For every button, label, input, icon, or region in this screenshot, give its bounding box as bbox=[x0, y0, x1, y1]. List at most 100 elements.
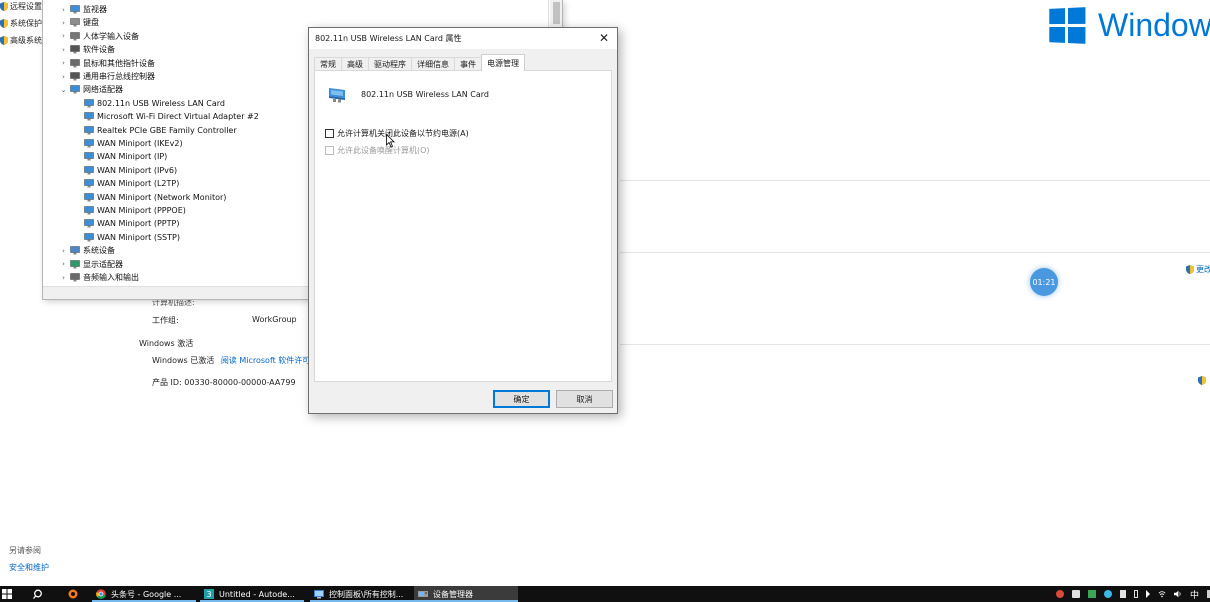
tray-app-icon[interactable] bbox=[1120, 590, 1126, 598]
taskbar-app-device-manager[interactable]: 设备管理器 bbox=[414, 586, 518, 602]
allow-power-off-option[interactable]: 允许计算机关闭此设备以节约电源(A) bbox=[325, 128, 469, 139]
tray-app-icon[interactable] bbox=[1072, 590, 1080, 598]
battery-icon[interactable] bbox=[1134, 590, 1138, 598]
tree-item-label: WAN Miniport (PPPOE) bbox=[97, 206, 186, 215]
ok-button[interactable]: 确定 bbox=[493, 390, 550, 408]
chevron-right-icon[interactable]: › bbox=[59, 260, 68, 268]
tree-category[interactable]: › 鼠标和其他指针设备 bbox=[59, 57, 155, 70]
tree-device[interactable]: WAN Miniport (L2TP) bbox=[82, 177, 179, 190]
tree-device[interactable]: 802.11n USB Wireless LAN Card bbox=[82, 97, 225, 110]
tree-device[interactable]: WAN Miniport (PPTP) bbox=[82, 217, 179, 230]
chevron-right-icon[interactable]: › bbox=[59, 6, 68, 14]
dialog-titlebar[interactable]: 802.11n USB Wireless LAN Card 属性 ✕ bbox=[309, 28, 617, 49]
tree-device[interactable]: WAN Miniport (IP) bbox=[82, 150, 167, 163]
pinned-app-icon[interactable] bbox=[68, 589, 78, 599]
close-icon[interactable]: ✕ bbox=[597, 31, 611, 45]
network-adapter-icon bbox=[84, 192, 94, 202]
tree-category[interactable]: › 通用串行总线控制器 bbox=[59, 70, 155, 83]
chevron-down-icon[interactable]: ⌄ bbox=[59, 86, 68, 94]
tree-category[interactable]: › 系统设备 bbox=[59, 244, 115, 257]
tree-device[interactable]: WAN Miniport (IPv6) bbox=[82, 164, 177, 177]
control-panel-icon bbox=[314, 590, 324, 599]
nav-item-label: 系统保护 bbox=[10, 19, 42, 28]
system-device-icon bbox=[70, 246, 80, 255]
cancel-button[interactable]: 取消 bbox=[556, 390, 613, 408]
shield-icon bbox=[1198, 376, 1206, 385]
tray-app-icon[interactable] bbox=[1104, 590, 1112, 598]
device-header: 802.11n USB Wireless LAN Card bbox=[327, 85, 489, 103]
tree-category[interactable]: › 显示适配器 bbox=[59, 258, 123, 271]
tree-item-label: 人体学输入设备 bbox=[83, 31, 139, 41]
workgroup-row: 工作组: WorkGroup bbox=[152, 315, 297, 326]
change-settings-link[interactable]: 更改 bbox=[1186, 264, 1210, 275]
chevron-right-icon[interactable]: › bbox=[59, 46, 68, 54]
tab-power-management[interactable]: 电源管理 bbox=[481, 54, 525, 71]
windows-start-icon[interactable] bbox=[2, 589, 12, 599]
chevron-right-icon[interactable]: › bbox=[59, 247, 68, 255]
wifi-icon[interactable] bbox=[1158, 590, 1166, 598]
change-product-key-icon-link[interactable] bbox=[1198, 376, 1208, 385]
chevron-icon[interactable] bbox=[1146, 590, 1150, 598]
tree-item-label: 显示适配器 bbox=[83, 259, 123, 269]
keyboard-icon bbox=[70, 18, 80, 27]
monitor-icon bbox=[70, 5, 80, 14]
taskbar-app-control-panel[interactable]: 控制面板\所有控制... bbox=[310, 586, 414, 602]
tab-events[interactable]: 事件 bbox=[454, 57, 482, 71]
divider bbox=[620, 180, 1210, 181]
divider bbox=[620, 344, 1210, 345]
tray-app-icon[interactable] bbox=[1088, 590, 1096, 598]
ime-indicator[interactable]: 中 bbox=[1190, 588, 1199, 601]
tree-item-label: 网络适配器 bbox=[83, 85, 123, 95]
chevron-right-icon[interactable]: › bbox=[59, 19, 68, 27]
allow-power-off-checkbox[interactable] bbox=[325, 129, 334, 138]
tree-device[interactable]: Microsoft Wi-Fi Direct Virtual Adapter #… bbox=[82, 110, 259, 123]
tree-device[interactable]: WAN Miniport (Network Monitor) bbox=[82, 191, 226, 204]
tree-category[interactable]: › 音频输入和输出 bbox=[59, 271, 139, 284]
taskbar-app-autodesk[interactable]: 3 Untitled - Autode... bbox=[200, 586, 304, 602]
tree-item-label: 键盘 bbox=[83, 18, 99, 28]
chevron-right-icon[interactable]: › bbox=[59, 32, 68, 40]
tree-category[interactable]: › 人体学输入设备 bbox=[59, 30, 139, 43]
license-terms-link[interactable]: 阅读 Microsoft 软件许可 bbox=[221, 356, 311, 365]
volume-icon[interactable] bbox=[1174, 590, 1182, 598]
scrollbar-thumb[interactable] bbox=[553, 2, 560, 24]
search-icon[interactable] bbox=[33, 589, 43, 599]
tree-category[interactable]: ⌄ 网络适配器 bbox=[59, 83, 123, 96]
tray-app-icon[interactable] bbox=[1056, 590, 1064, 598]
activation-row: Windows 已激活 阅读 Microsoft 软件许可 bbox=[152, 355, 310, 366]
tree-item-label: 音频输入和输出 bbox=[83, 273, 139, 282]
tab-details[interactable]: 详细信息 bbox=[411, 57, 455, 71]
dialog-title: 802.11n USB Wireless LAN Card 属性 bbox=[315, 34, 462, 43]
shield-icon bbox=[0, 36, 8, 45]
tree-category[interactable]: › 键盘 bbox=[59, 16, 99, 29]
tree-item-label: WAN Miniport (Network Monitor) bbox=[97, 192, 227, 202]
change-settings-label: 更改 bbox=[1196, 265, 1210, 274]
display-adapter-icon bbox=[70, 259, 80, 269]
security-maintenance-link[interactable]: 安全和维护 bbox=[9, 562, 49, 573]
tree-device[interactable]: WAN Miniport (PPPOE) bbox=[82, 204, 186, 217]
software-device-icon bbox=[70, 45, 80, 54]
device-name: 802.11n USB Wireless LAN Card bbox=[361, 89, 489, 99]
tree-device[interactable]: WAN Miniport (SSTP) bbox=[82, 231, 180, 244]
tab-general[interactable]: 常规 bbox=[314, 57, 342, 71]
system-tray: 中 bbox=[1052, 586, 1210, 602]
usb-icon bbox=[70, 72, 80, 81]
tree-item-label: 监视器 bbox=[83, 5, 107, 14]
taskbar-app-label: Untitled - Autode... bbox=[219, 589, 295, 599]
chevron-right-icon[interactable]: › bbox=[59, 73, 68, 81]
tab-driver[interactable]: 驱动程序 bbox=[368, 57, 412, 71]
chevron-right-icon[interactable]: › bbox=[59, 59, 68, 67]
tree-device[interactable]: WAN Miniport (IKEv2) bbox=[82, 137, 183, 150]
tree-category[interactable]: › 监视器 bbox=[59, 3, 107, 16]
windows-logo-icon bbox=[1049, 6, 1086, 45]
tab-advanced[interactable]: 高级 bbox=[341, 57, 369, 71]
network-adapter-icon bbox=[84, 112, 94, 121]
taskbar-app-chrome[interactable]: 头条号 - Google ... bbox=[92, 586, 196, 602]
chrome-icon bbox=[96, 589, 106, 599]
tree-device[interactable]: Realtek PCIe GBE Family Controller bbox=[82, 124, 237, 137]
chevron-right-icon[interactable]: › bbox=[59, 274, 68, 282]
tree-category[interactable]: › 软件设备 bbox=[59, 43, 115, 56]
taskbar-app-label: 头条号 - Google ... bbox=[111, 589, 182, 599]
tree-item-label: WAN Miniport (SSTP) bbox=[97, 232, 180, 242]
activation-status: Windows 已激活 bbox=[152, 356, 215, 365]
